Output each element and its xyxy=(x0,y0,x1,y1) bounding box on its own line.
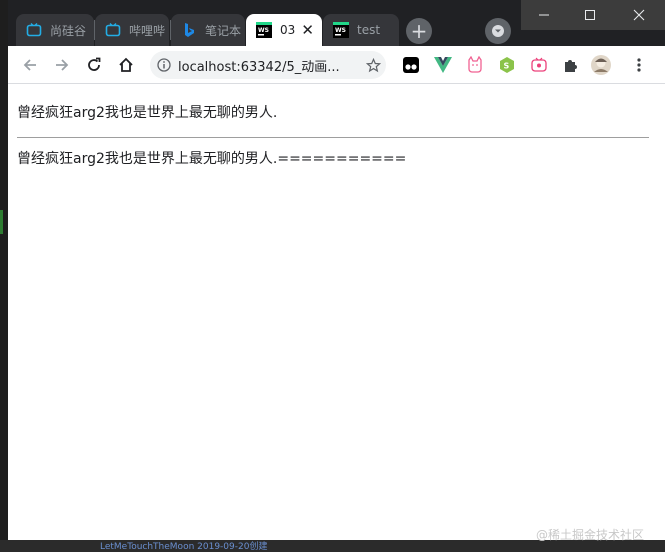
back-button[interactable] xyxy=(16,51,44,79)
text-line-2: 曾经疯狂arg2我也是世界上最无聊的男人.=========== xyxy=(17,151,407,167)
page-content: 曾经疯狂arg2我也是世界上最无聊的男人. 曾经疯狂arg2我也是世界上最无聊的… xyxy=(8,84,665,540)
arrow-left-icon xyxy=(23,59,36,71)
new-tab-button[interactable]: + xyxy=(406,18,432,44)
tab-label: test xyxy=(357,23,381,37)
minimize-icon xyxy=(539,14,549,16)
url-text[interactable]: localhost:63342/5_动画... xyxy=(178,56,360,75)
tv-icon xyxy=(105,22,121,38)
tab-label: 笔记本 xyxy=(205,23,242,38)
home-button[interactable] xyxy=(112,51,140,79)
svg-text:S: S xyxy=(504,62,510,71)
pink-extension-icon[interactable] xyxy=(528,54,550,76)
info-icon[interactable] xyxy=(150,58,178,72)
close-icon xyxy=(633,9,645,21)
tab-label: 哔哩哔 xyxy=(129,23,166,38)
avatar[interactable] xyxy=(590,54,612,76)
webstorm-icon: WS xyxy=(256,22,272,38)
more-menu-icon[interactable] xyxy=(628,54,650,76)
tab-strip: 尚硅谷 哔哩哔 笔记本 WS 03 ✕ WS test + xyxy=(8,0,665,46)
home-icon xyxy=(119,57,133,72)
svg-text:WS: WS xyxy=(335,27,346,34)
chevron-down-icon xyxy=(492,25,504,37)
maximize-button[interactable] xyxy=(567,0,613,30)
minimize-button[interactable] xyxy=(521,0,567,30)
reload-button[interactable] xyxy=(80,51,108,79)
svg-text:WS: WS xyxy=(258,27,269,34)
browser-window: 尚硅谷 哔哩哔 笔记本 WS 03 ✕ WS test + localhost:… xyxy=(8,0,665,540)
background-author-text: LetMeTouchTheMoon 2019-09-20创建 xyxy=(100,542,268,552)
bing-icon xyxy=(181,22,197,38)
watermark-text: @稀土掘金技术社区 xyxy=(536,528,645,542)
browser-toolbar: localhost:63342/5_动画... S xyxy=(8,46,665,84)
tab-test[interactable]: WS test xyxy=(323,14,399,46)
maximize-icon xyxy=(585,10,595,20)
tab-label: 尚硅谷 xyxy=(50,23,87,38)
tab-bilibili[interactable]: 哔哩哔 xyxy=(95,14,169,46)
tampermonkey-icon[interactable] xyxy=(400,54,422,76)
text-line-1: 曾经疯狂arg2我也是世界上最无聊的男人. xyxy=(17,105,278,121)
forward-button[interactable] xyxy=(48,51,76,79)
editor-accent-marker xyxy=(0,210,3,234)
webstorm-icon: WS xyxy=(333,22,349,38)
tv-icon xyxy=(26,22,42,38)
reload-icon xyxy=(88,57,101,71)
puzzle-icon[interactable] xyxy=(560,54,582,76)
horizontal-rule xyxy=(17,137,649,138)
address-bar[interactable]: localhost:63342/5_动画... xyxy=(150,51,386,79)
close-window-button[interactable] xyxy=(613,0,665,30)
cat-extension-icon[interactable] xyxy=(464,54,486,76)
tab-search-button[interactable] xyxy=(485,18,511,44)
background-editor-strip xyxy=(0,0,8,547)
arrow-right-icon xyxy=(56,59,69,71)
close-tab-icon[interactable]: ✕ xyxy=(301,22,314,38)
tab-shangguigu[interactable]: 尚硅谷 xyxy=(16,14,94,46)
tab-notebook[interactable]: 笔记本 xyxy=(171,14,245,46)
vue-devtools-icon[interactable] xyxy=(432,54,454,76)
tab-active-03[interactable]: WS 03 ✕ xyxy=(246,14,322,46)
star-icon[interactable] xyxy=(360,57,386,73)
tab-label: 03 xyxy=(280,23,296,37)
nodejs-extension-icon[interactable]: S xyxy=(496,54,518,76)
